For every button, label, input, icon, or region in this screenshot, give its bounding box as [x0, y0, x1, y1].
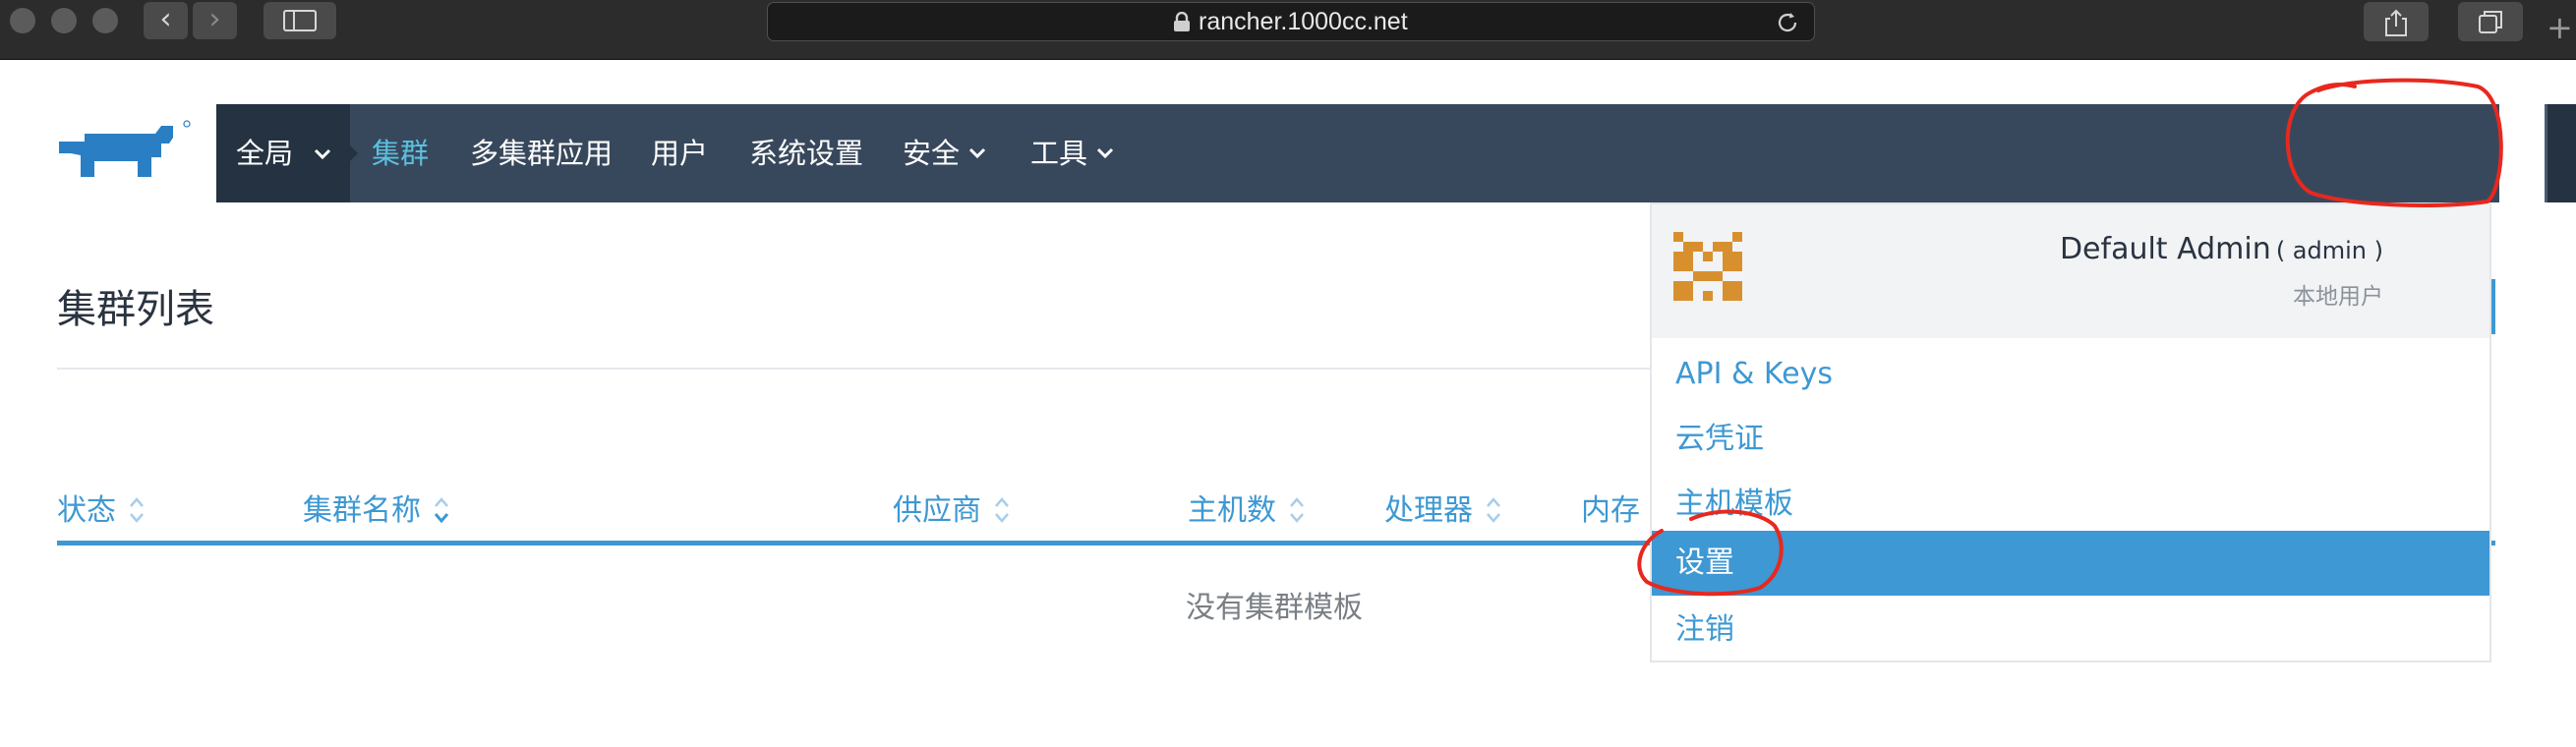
column-header-cpu-label: 处理器 — [1384, 493, 1473, 528]
chevron-down-icon — [968, 147, 986, 159]
nav-item-settings[interactable]: 系统设置 — [749, 104, 863, 202]
forward-button[interactable]: › — [193, 2, 237, 39]
new-tab-icon[interactable]: + — [2547, 12, 2573, 43]
back-button[interactable]: ‹ — [144, 2, 188, 39]
global-label: 全局 — [236, 137, 294, 170]
nav-divider-arrow — [350, 145, 358, 161]
close-window-button[interactable] — [10, 8, 35, 33]
nav-item-multi-cluster-apps[interactable]: 多集群应用 — [470, 104, 613, 202]
sort-icon — [434, 496, 449, 523]
menu-item-api-keys[interactable]: API & Keys — [1652, 342, 2489, 407]
minimize-window-button[interactable] — [51, 8, 77, 33]
sidebar-toggle-icon — [283, 10, 317, 31]
browser-toolbar: ‹ › rancher.1000cc.net + — [0, 0, 2576, 60]
share-icon — [2385, 9, 2407, 36]
nav-item-tools-label: 工具 — [1030, 137, 1088, 170]
menu-item-node-templates[interactable]: 主机模板 — [1652, 472, 2489, 537]
user-type-label: 本地用户 — [2293, 284, 2383, 310]
empty-table-message: 没有集群模板 — [1186, 591, 1363, 625]
lock-icon — [1174, 12, 1190, 31]
rancher-logo[interactable] — [55, 118, 193, 187]
sort-icon — [1487, 496, 1500, 523]
column-header-memory[interactable]: 内存 — [1581, 486, 1640, 529]
chevron-down-icon — [1096, 147, 1114, 159]
nav-item-clusters[interactable]: 集群 — [372, 104, 429, 202]
column-header-cluster-name[interactable]: 集群名称 — [303, 486, 450, 529]
chevron-down-icon — [314, 148, 331, 160]
sidebar-toggle-button[interactable] — [263, 2, 336, 39]
column-header-nodes-label: 主机数 — [1188, 493, 1276, 528]
user-name-line: Default Admin ( admin ) — [2060, 232, 2383, 266]
menu-item-logout[interactable]: 注销 — [1652, 598, 2489, 662]
sort-icon — [995, 496, 1009, 523]
column-header-cpu[interactable]: 处理器 — [1384, 486, 1502, 529]
menu-item-preferences[interactable]: 设置 — [1652, 531, 2489, 596]
nav-item-users[interactable]: 用户 — [651, 104, 708, 202]
nav-item-security-label: 安全 — [903, 137, 961, 170]
column-header-cluster-name-label: 集群名称 — [303, 493, 421, 528]
address-bar[interactable]: rancher.1000cc.net — [767, 2, 1815, 41]
column-header-state-label: 状态 — [57, 493, 116, 528]
avatar — [1673, 232, 1742, 301]
column-header-nodes[interactable]: 主机数 — [1188, 486, 1306, 529]
title-divider — [57, 368, 1650, 370]
nav-item-tools[interactable]: 工具 — [1030, 104, 1115, 202]
user-dropdown-menu: Default Admin ( admin ) 本地用户 API & Keys … — [1650, 202, 2491, 662]
page-title: 集群列表 — [57, 287, 214, 332]
column-header-state[interactable]: 状态 — [57, 486, 146, 529]
global-scope-menu[interactable]: 全局 — [216, 104, 350, 202]
user-info-header: Default Admin ( admin ) 本地用户 — [1652, 204, 2489, 338]
tabs-overview-icon — [2479, 11, 2502, 33]
main-navbar: 全局 集群 多集群应用 用户 系统设置 安全 工具 — [216, 104, 2576, 202]
column-header-memory-label: 内存 — [1581, 493, 1640, 528]
reload-icon[interactable] — [1775, 10, 1800, 35]
user-login: ( admin ) — [2275, 237, 2383, 264]
menu-item-cloud-credentials[interactable]: 云凭证 — [1652, 407, 2489, 472]
zoom-window-button[interactable] — [92, 8, 118, 33]
sort-icon — [130, 496, 144, 523]
user-display-name: Default Admin — [2059, 232, 2271, 266]
user-menu-toggle[interactable] — [2545, 104, 2576, 202]
url-text: rancher.1000cc.net — [1199, 8, 1408, 35]
column-header-provider[interactable]: 供应商 — [893, 486, 1011, 529]
sort-icon — [1290, 496, 1304, 523]
column-header-provider-label: 供应商 — [893, 493, 981, 528]
nav-item-security[interactable]: 安全 — [903, 104, 987, 202]
share-button[interactable] — [2364, 2, 2429, 41]
tabs-overview-button[interactable] — [2458, 2, 2523, 41]
